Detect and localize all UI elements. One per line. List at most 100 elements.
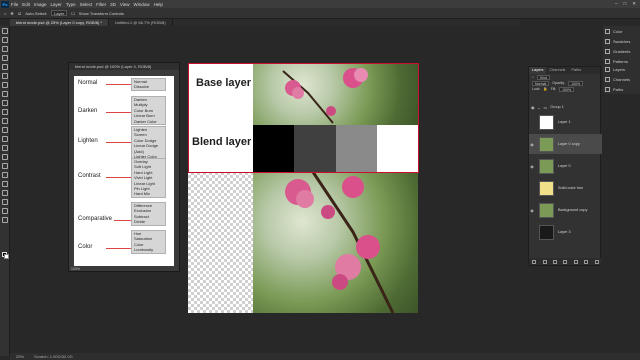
layer-row[interactable]: ◉ Background copy [529, 200, 602, 220]
healing-brush-tool-icon[interactable] [1, 91, 8, 97]
marquee-tool-icon[interactable] [1, 37, 8, 43]
zoom-readout[interactable]: 25% [16, 354, 24, 359]
fx-icon[interactable] [542, 259, 547, 264]
mask-icon[interactable] [553, 259, 558, 264]
category-lighten: Lighten [78, 138, 98, 144]
layers-panel-tabs: Layers Channels Paths [529, 67, 600, 74]
panel-swatches-label: Swatches [613, 38, 631, 44]
layer-name: Layer 3 [558, 230, 571, 234]
menu-window[interactable]: Window [134, 2, 150, 7]
new-group-icon[interactable] [573, 259, 578, 264]
layer-group-row[interactable]: ◉ ⌄ ▭ Group 1 [529, 104, 602, 110]
move-tool-icon[interactable]: ✥ [10, 11, 13, 16]
layer-row[interactable]: Layer 1 [529, 112, 602, 132]
blur-tool-icon[interactable] [1, 145, 8, 151]
connector-line [114, 220, 131, 221]
path-select-tool-icon[interactable] [1, 181, 8, 187]
show-transform-checkbox[interactable]: ☐ [71, 11, 75, 16]
menu-edit[interactable]: Edit [22, 2, 30, 7]
tools-panel [0, 26, 10, 356]
panel-color[interactable]: Color [603, 26, 640, 36]
lock-label: Lock: [532, 87, 541, 91]
home-icon[interactable]: ⌂ [4, 11, 6, 16]
layer-name: Background copy [558, 208, 588, 212]
history-brush-tool-icon[interactable] [1, 118, 8, 124]
window-controls: – □ ✕ [615, 1, 636, 7]
tab-paths[interactable]: Paths [568, 67, 584, 74]
lasso-tool-icon[interactable] [1, 46, 8, 52]
panel-paths[interactable]: Paths [603, 84, 640, 94]
adjustment-icon[interactable] [563, 259, 568, 264]
dodge-tool-icon[interactable] [1, 154, 8, 160]
category-darken: Darken [78, 108, 98, 114]
trash-icon[interactable] [594, 259, 599, 264]
eyedropper-tool-icon[interactable] [1, 82, 8, 88]
lock-icon[interactable]: 🔒 [543, 87, 547, 91]
category-contrast: Contrast [78, 173, 101, 179]
crop-tool-icon[interactable] [1, 64, 8, 70]
floating-document-window: blend mode.psd @ 100% (Layer 4, RGB/8) N… [68, 62, 180, 272]
opacity-input[interactable]: 100% [568, 80, 584, 86]
menu-3d[interactable]: 3D [110, 2, 116, 7]
edit-toolbar-icon[interactable] [1, 217, 8, 223]
clone-stamp-tool-icon[interactable] [1, 109, 8, 115]
close-button[interactable]: ✕ [632, 1, 636, 7]
new-layer-icon[interactable] [584, 259, 589, 264]
layer-thumbnail [539, 180, 554, 196]
link-layers-icon[interactable] [532, 259, 537, 264]
doc-info: Scratch: 1.00G/32.0G [34, 354, 73, 359]
brush-tool-icon[interactable] [1, 100, 8, 106]
layer-row[interactable]: ◉ Layer 0 copy [529, 134, 602, 154]
photoshop-logo-icon: Ps [1, 0, 9, 8]
quick-select-tool-icon[interactable] [1, 55, 8, 61]
auto-select-dropdown[interactable]: Layer [51, 10, 68, 16]
fill-input[interactable]: 100% [559, 86, 575, 92]
auto-select-checkbox[interactable]: ☑ [18, 11, 22, 16]
panel-gradients[interactable]: Gradients [603, 46, 640, 56]
type-tool-icon[interactable] [1, 172, 8, 178]
move-tool-icon[interactable] [1, 28, 8, 34]
panel-layers[interactable]: Layers [603, 64, 640, 74]
zoom-tool-icon[interactable] [1, 208, 8, 214]
layer-row[interactable]: Solid color fum [529, 178, 602, 198]
menu-filter[interactable]: Filter [96, 2, 106, 7]
mode-item: Linear Dodge (Add) [134, 143, 159, 154]
document-tabs: blend mode.psd @ 25% (Layer 0 copy, RGB/… [10, 19, 520, 26]
menu-layer[interactable]: Layer [51, 2, 62, 7]
maximize-button[interactable]: □ [624, 1, 627, 7]
tab-untitled[interactable]: Untitled-1 @ 66.7% (RGB/8) [109, 19, 173, 26]
gradient-tool-icon[interactable] [1, 136, 8, 142]
pen-tool-icon[interactable] [1, 163, 8, 169]
menu-view[interactable]: View [120, 2, 130, 7]
blend-mode-dropdown[interactable]: Normal [532, 80, 550, 86]
tab-channels[interactable]: Channels [546, 67, 568, 74]
tab-blend-mode[interactable]: blend mode.psd @ 25% (Layer 0 copy, RGB/… [10, 19, 110, 26]
floating-window-title[interactable]: blend mode.psd @ 100% (Layer 4, RGB/8) [69, 63, 179, 70]
eye-icon[interactable]: ◉ [531, 105, 534, 110]
shape-tool-icon[interactable] [1, 190, 8, 196]
minimize-button[interactable]: – [615, 1, 618, 7]
panel-patterns-label: Patterns [613, 58, 628, 64]
layer-row[interactable]: Layer 3 [529, 222, 602, 242]
eraser-tool-icon[interactable] [1, 127, 8, 133]
background-color-swatch[interactable] [4, 254, 9, 259]
panel-paths-label: Paths [613, 86, 624, 92]
eye-icon[interactable]: ◉ [529, 142, 535, 147]
chevron-down-icon[interactable]: ⌄ [537, 105, 540, 110]
menu-file[interactable]: File [11, 2, 18, 7]
menu-select[interactable]: Select [80, 2, 93, 7]
menu-help[interactable]: Help [154, 2, 163, 7]
panel-swatches[interactable]: Swatches [603, 36, 640, 46]
menu-type[interactable]: Type [66, 2, 76, 7]
eye-icon[interactable]: ◉ [529, 208, 535, 213]
result-photo [253, 171, 418, 314]
menu-image[interactable]: Image [34, 2, 47, 7]
panel-channels[interactable]: Channels [603, 74, 640, 84]
frame-tool-icon[interactable] [1, 73, 8, 79]
layer-thumbnail [539, 224, 554, 240]
kind-filter-dropdown[interactable]: Kind [536, 74, 550, 80]
eye-icon[interactable]: ◉ [529, 164, 535, 169]
layer-row[interactable]: ◉ Layer 0 [529, 156, 602, 176]
hand-tool-icon[interactable] [1, 199, 8, 205]
tab-layers[interactable]: Layers [529, 67, 547, 74]
